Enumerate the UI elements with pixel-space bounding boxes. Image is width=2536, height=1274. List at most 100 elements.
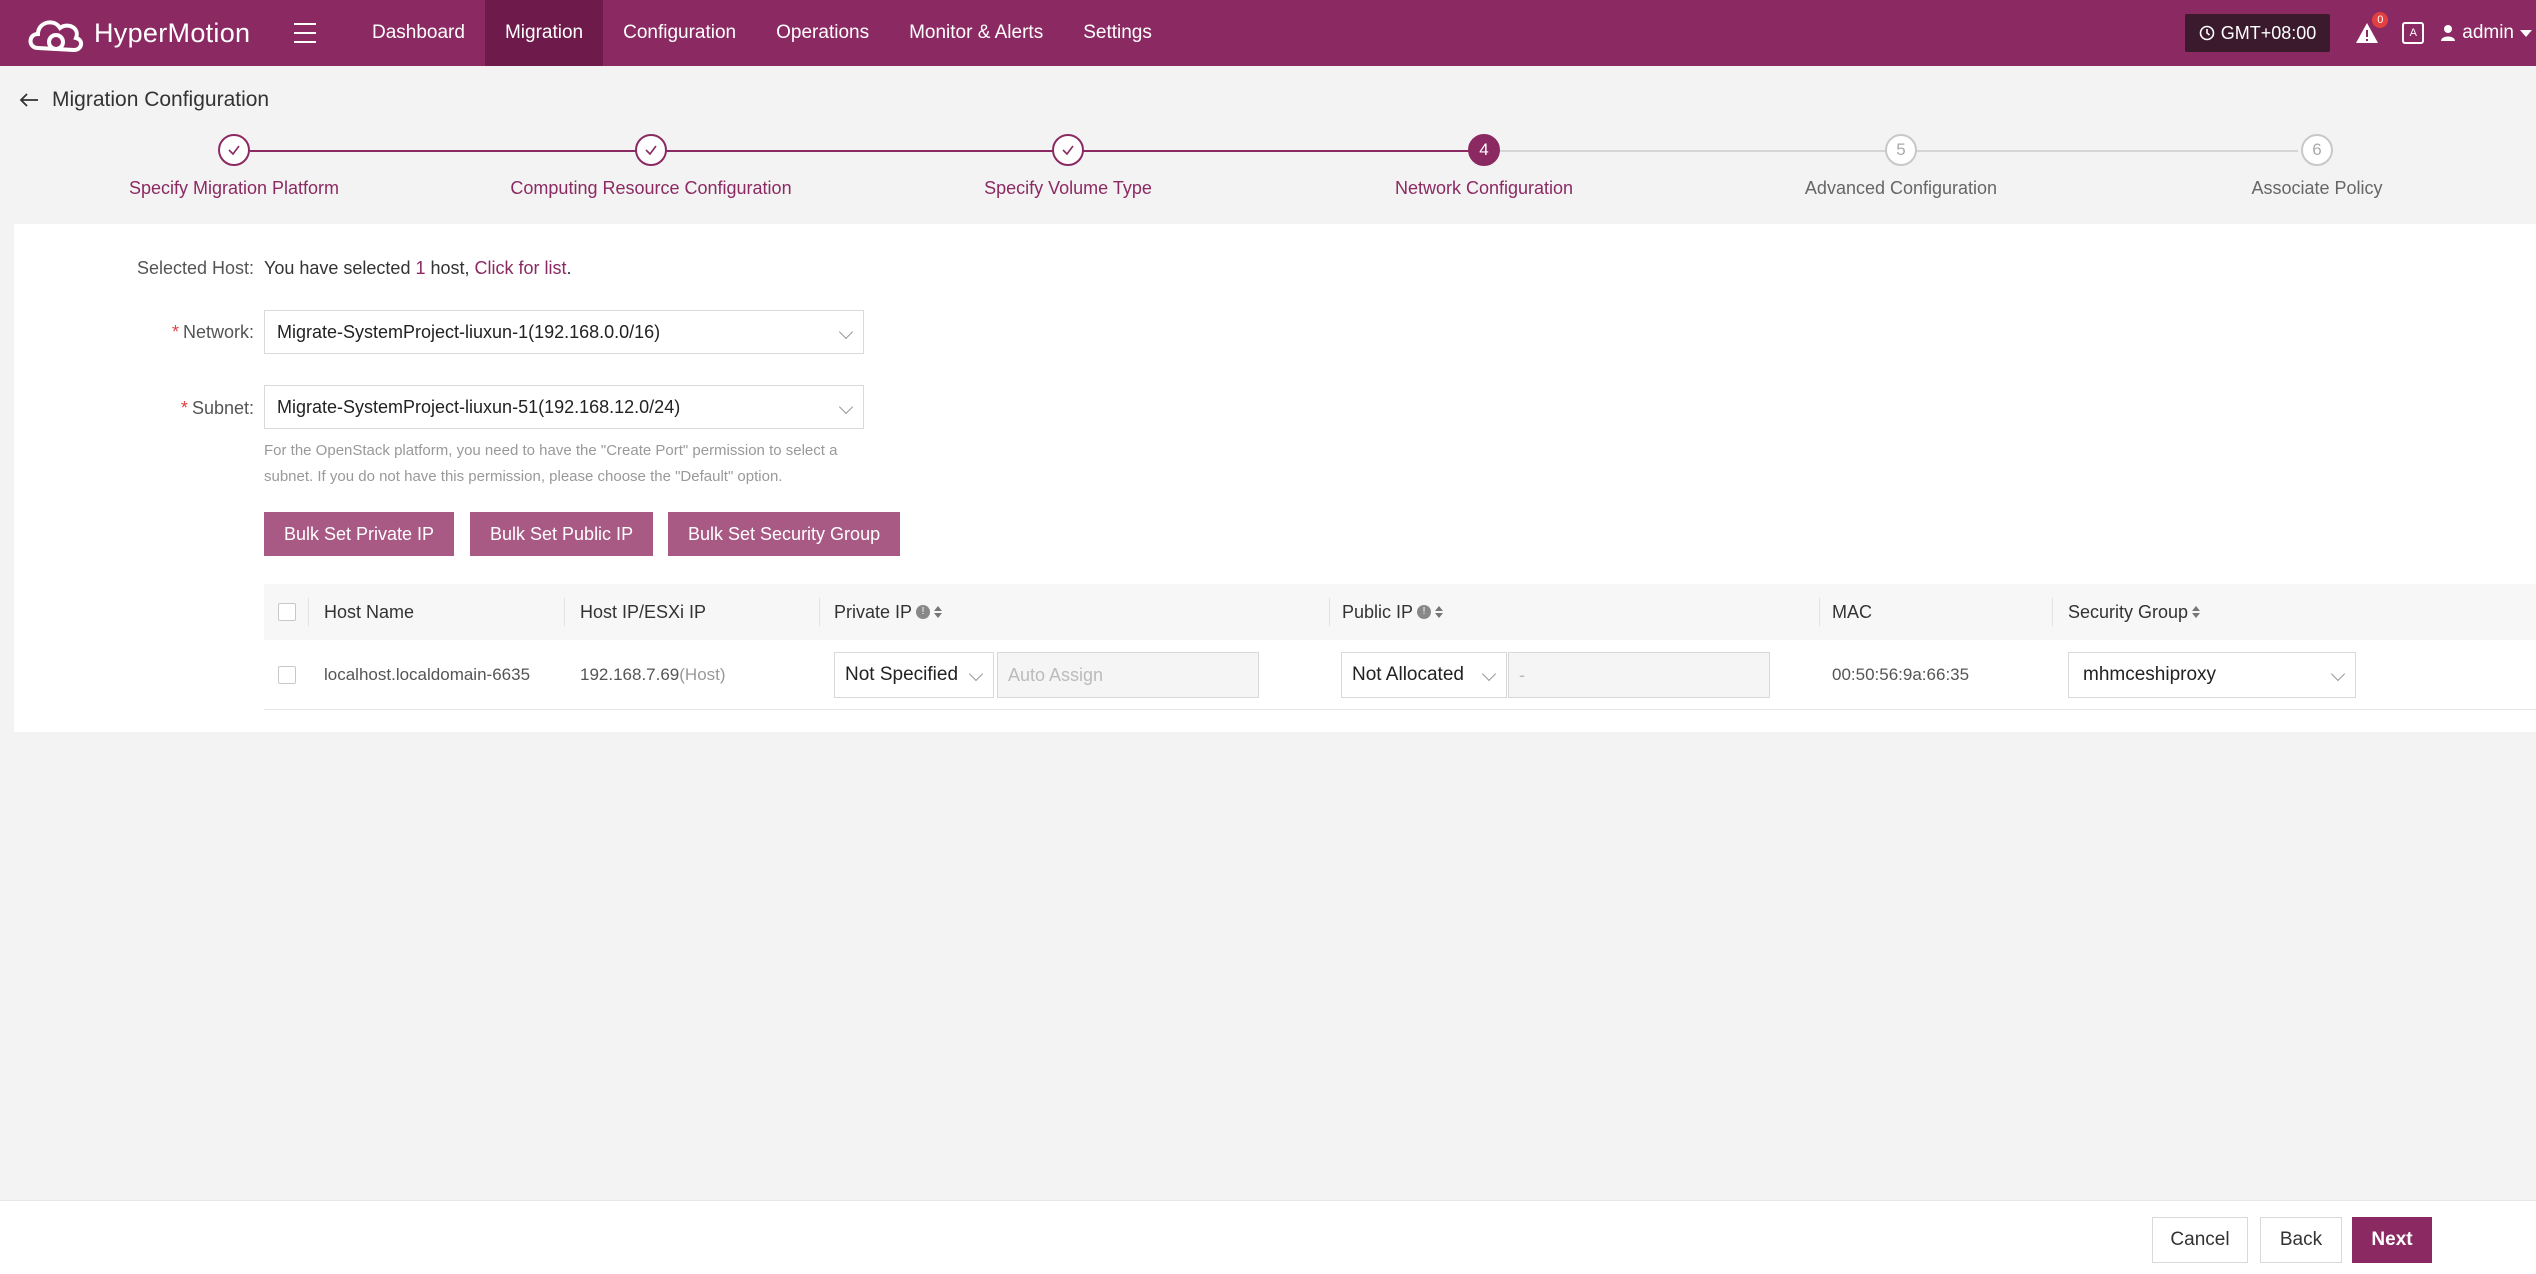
row-host-ip-value: 192.168.7.69 <box>580 665 680 684</box>
steps-progress-line <box>250 150 1482 152</box>
chevron-down-icon <box>2520 29 2532 37</box>
bulk-set-security-group-button[interactable]: Bulk Set Security Group <box>668 512 901 556</box>
bulk-set-public-ip-button[interactable]: Bulk Set Public IP <box>470 512 654 556</box>
menu-toggle-icon[interactable] <box>294 23 316 43</box>
col-security-group[interactable]: Security Group <box>2068 584 2201 640</box>
next-button[interactable]: Next <box>2352 1217 2432 1263</box>
step-label: Specify Volume Type <box>984 178 1152 198</box>
col-host-ip: Host IP/ESXi IP <box>580 602 707 622</box>
private-ip-mode-select[interactable]: Not Specified <box>834 652 994 698</box>
back-arrow-icon[interactable] <box>18 89 40 111</box>
chevron-down-icon <box>2330 666 2346 682</box>
app-logo[interactable]: HyperMotion <box>24 8 264 58</box>
network-select[interactable]: Migrate-SystemProject-liuxun-1(192.168.0… <box>264 310 864 354</box>
page-header: Migration Configuration <box>18 88 269 112</box>
timezone-display[interactable]: GMT+08:00 <box>2184 14 2331 52</box>
info-icon[interactable]: ! <box>916 605 931 619</box>
public-ip-mode-value: Not Allocated <box>1352 664 1464 685</box>
col-private-ip-label: Private IP <box>834 602 913 622</box>
public-ip-mode-select[interactable]: Not Allocated <box>1341 652 1507 698</box>
bulk-set-private-ip-button[interactable]: Bulk Set Private IP <box>264 512 455 556</box>
selected-host-count: 1 <box>415 258 426 278</box>
step-number: 6 <box>2301 134 2333 166</box>
row-mac: 00:50:56:9a:66:35 <box>1832 665 1970 684</box>
column-divider <box>819 598 820 626</box>
nav-operations[interactable]: Operations <box>756 0 889 66</box>
selected-host-label: Selected Host: <box>136 258 254 278</box>
alert-count-badge: 0 <box>2372 12 2389 28</box>
private-ip-input[interactable]: Auto Assign <box>997 652 1259 698</box>
check-icon <box>635 134 667 166</box>
step-network-configuration[interactable]: 4 Network Configuration <box>1334 134 1634 199</box>
network-value: Migrate-SystemProject-liuxun-1(192.168.0… <box>277 322 661 342</box>
page-title: Migration Configuration <box>52 88 270 111</box>
col-public-ip[interactable]: Public IP ! <box>1342 584 1444 640</box>
step-specify-migration-platform[interactable]: Specify Migration Platform <box>84 134 384 199</box>
top-navigation-bar: HyperMotion Dashboard Migration Configur… <box>0 0 2536 66</box>
network-label-text: Network: <box>182 322 254 342</box>
security-group-value: mhmceshiproxy <box>2083 664 2217 685</box>
chevron-down-icon <box>838 324 854 340</box>
user-menu[interactable]: admin <box>2440 22 2532 44</box>
language-icon[interactable]: A <box>2402 22 2425 44</box>
check-icon <box>1052 134 1084 166</box>
sort-icon[interactable] <box>1435 606 1444 618</box>
clock-icon <box>2199 25 2215 41</box>
chevron-down-icon <box>968 666 984 682</box>
chevron-down-icon <box>838 399 854 415</box>
public-ip-input[interactable]: - <box>1508 652 1770 698</box>
nav-settings[interactable]: Settings <box>1063 0 1172 66</box>
sort-icon[interactable] <box>934 606 943 618</box>
col-private-ip[interactable]: Private IP ! <box>834 584 943 640</box>
nav-monitor-alerts[interactable]: Monitor & Alerts <box>889 0 1063 66</box>
subnet-label: * Subnet: <box>180 398 254 418</box>
timezone-label: GMT+08:00 <box>2220 23 2317 43</box>
step-computing-resource-configuration[interactable]: Computing Resource Configuration <box>501 134 801 199</box>
subnet-value: Migrate-SystemProject-liuxun-51(192.168.… <box>277 397 681 417</box>
host-list-link[interactable]: Click for list <box>475 258 567 278</box>
step-label: Advanced Configuration <box>1804 178 1998 198</box>
row-host-name: localhost.localdomain-6635 <box>324 665 531 684</box>
back-button[interactable]: Back <box>2260 1217 2342 1263</box>
column-divider <box>308 598 309 626</box>
selected-host-text: You have selected 1 host, Click for list… <box>264 258 572 279</box>
step-associate-policy[interactable]: 6 Associate Policy <box>2167 134 2467 199</box>
step-specify-volume-type[interactable]: Specify Volume Type <box>918 134 1218 199</box>
selected-host-mid: host, <box>425 258 475 278</box>
select-all-checkbox[interactable] <box>278 603 296 621</box>
subnet-select[interactable]: Migrate-SystemProject-liuxun-51(192.168.… <box>264 385 864 429</box>
cloud-logo-icon <box>28 20 83 53</box>
col-host-name: Host Name <box>324 602 415 622</box>
selected-host-end: . <box>566 258 572 278</box>
main-nav: Dashboard Migration Configuration Operat… <box>352 0 1172 66</box>
sort-icon[interactable] <box>2192 606 2201 618</box>
check-icon <box>218 134 250 166</box>
row-host-ip: 192.168.7.69(Host) <box>580 640 726 710</box>
network-label: * Network: <box>171 322 254 342</box>
security-group-select[interactable]: mhmceshiproxy <box>2068 652 2356 698</box>
private-ip-mode-value: Not Specified <box>845 664 959 685</box>
nav-dashboard[interactable]: Dashboard <box>352 0 485 66</box>
table-row: localhost.localdomain-6635 192.168.7.69(… <box>264 640 2536 710</box>
column-divider <box>564 598 565 626</box>
network-config-card: Selected Host: You have selected 1 host,… <box>14 224 2536 732</box>
step-label: Computing Resource Configuration <box>510 178 792 198</box>
column-divider <box>1819 598 1820 626</box>
app-name: HyperMotion <box>94 17 251 48</box>
cancel-button[interactable]: Cancel <box>2152 1217 2248 1263</box>
row-checkbox[interactable] <box>278 666 296 684</box>
step-advanced-configuration[interactable]: 5 Advanced Configuration <box>1751 134 2051 199</box>
column-divider <box>1329 598 1330 626</box>
host-table-header: Host Name Host IP/ESXi IP Private IP ! P… <box>264 584 2536 640</box>
wizard-footer: Cancel Back Next <box>0 1200 2536 1274</box>
nav-migration[interactable]: Migration <box>484 0 604 66</box>
nav-configuration[interactable]: Configuration <box>603 0 756 66</box>
subnet-hint: For the OpenStack platform, you need to … <box>264 442 838 485</box>
step-label: Associate Policy <box>2251 178 2383 198</box>
user-icon <box>2441 25 2456 41</box>
info-icon[interactable]: ! <box>1417 605 1432 619</box>
user-name: admin <box>2462 22 2514 43</box>
col-mac: MAC <box>1832 602 1872 622</box>
step-number: 4 <box>1468 134 1500 166</box>
alerts-button[interactable]: 0 <box>2354 12 2389 46</box>
